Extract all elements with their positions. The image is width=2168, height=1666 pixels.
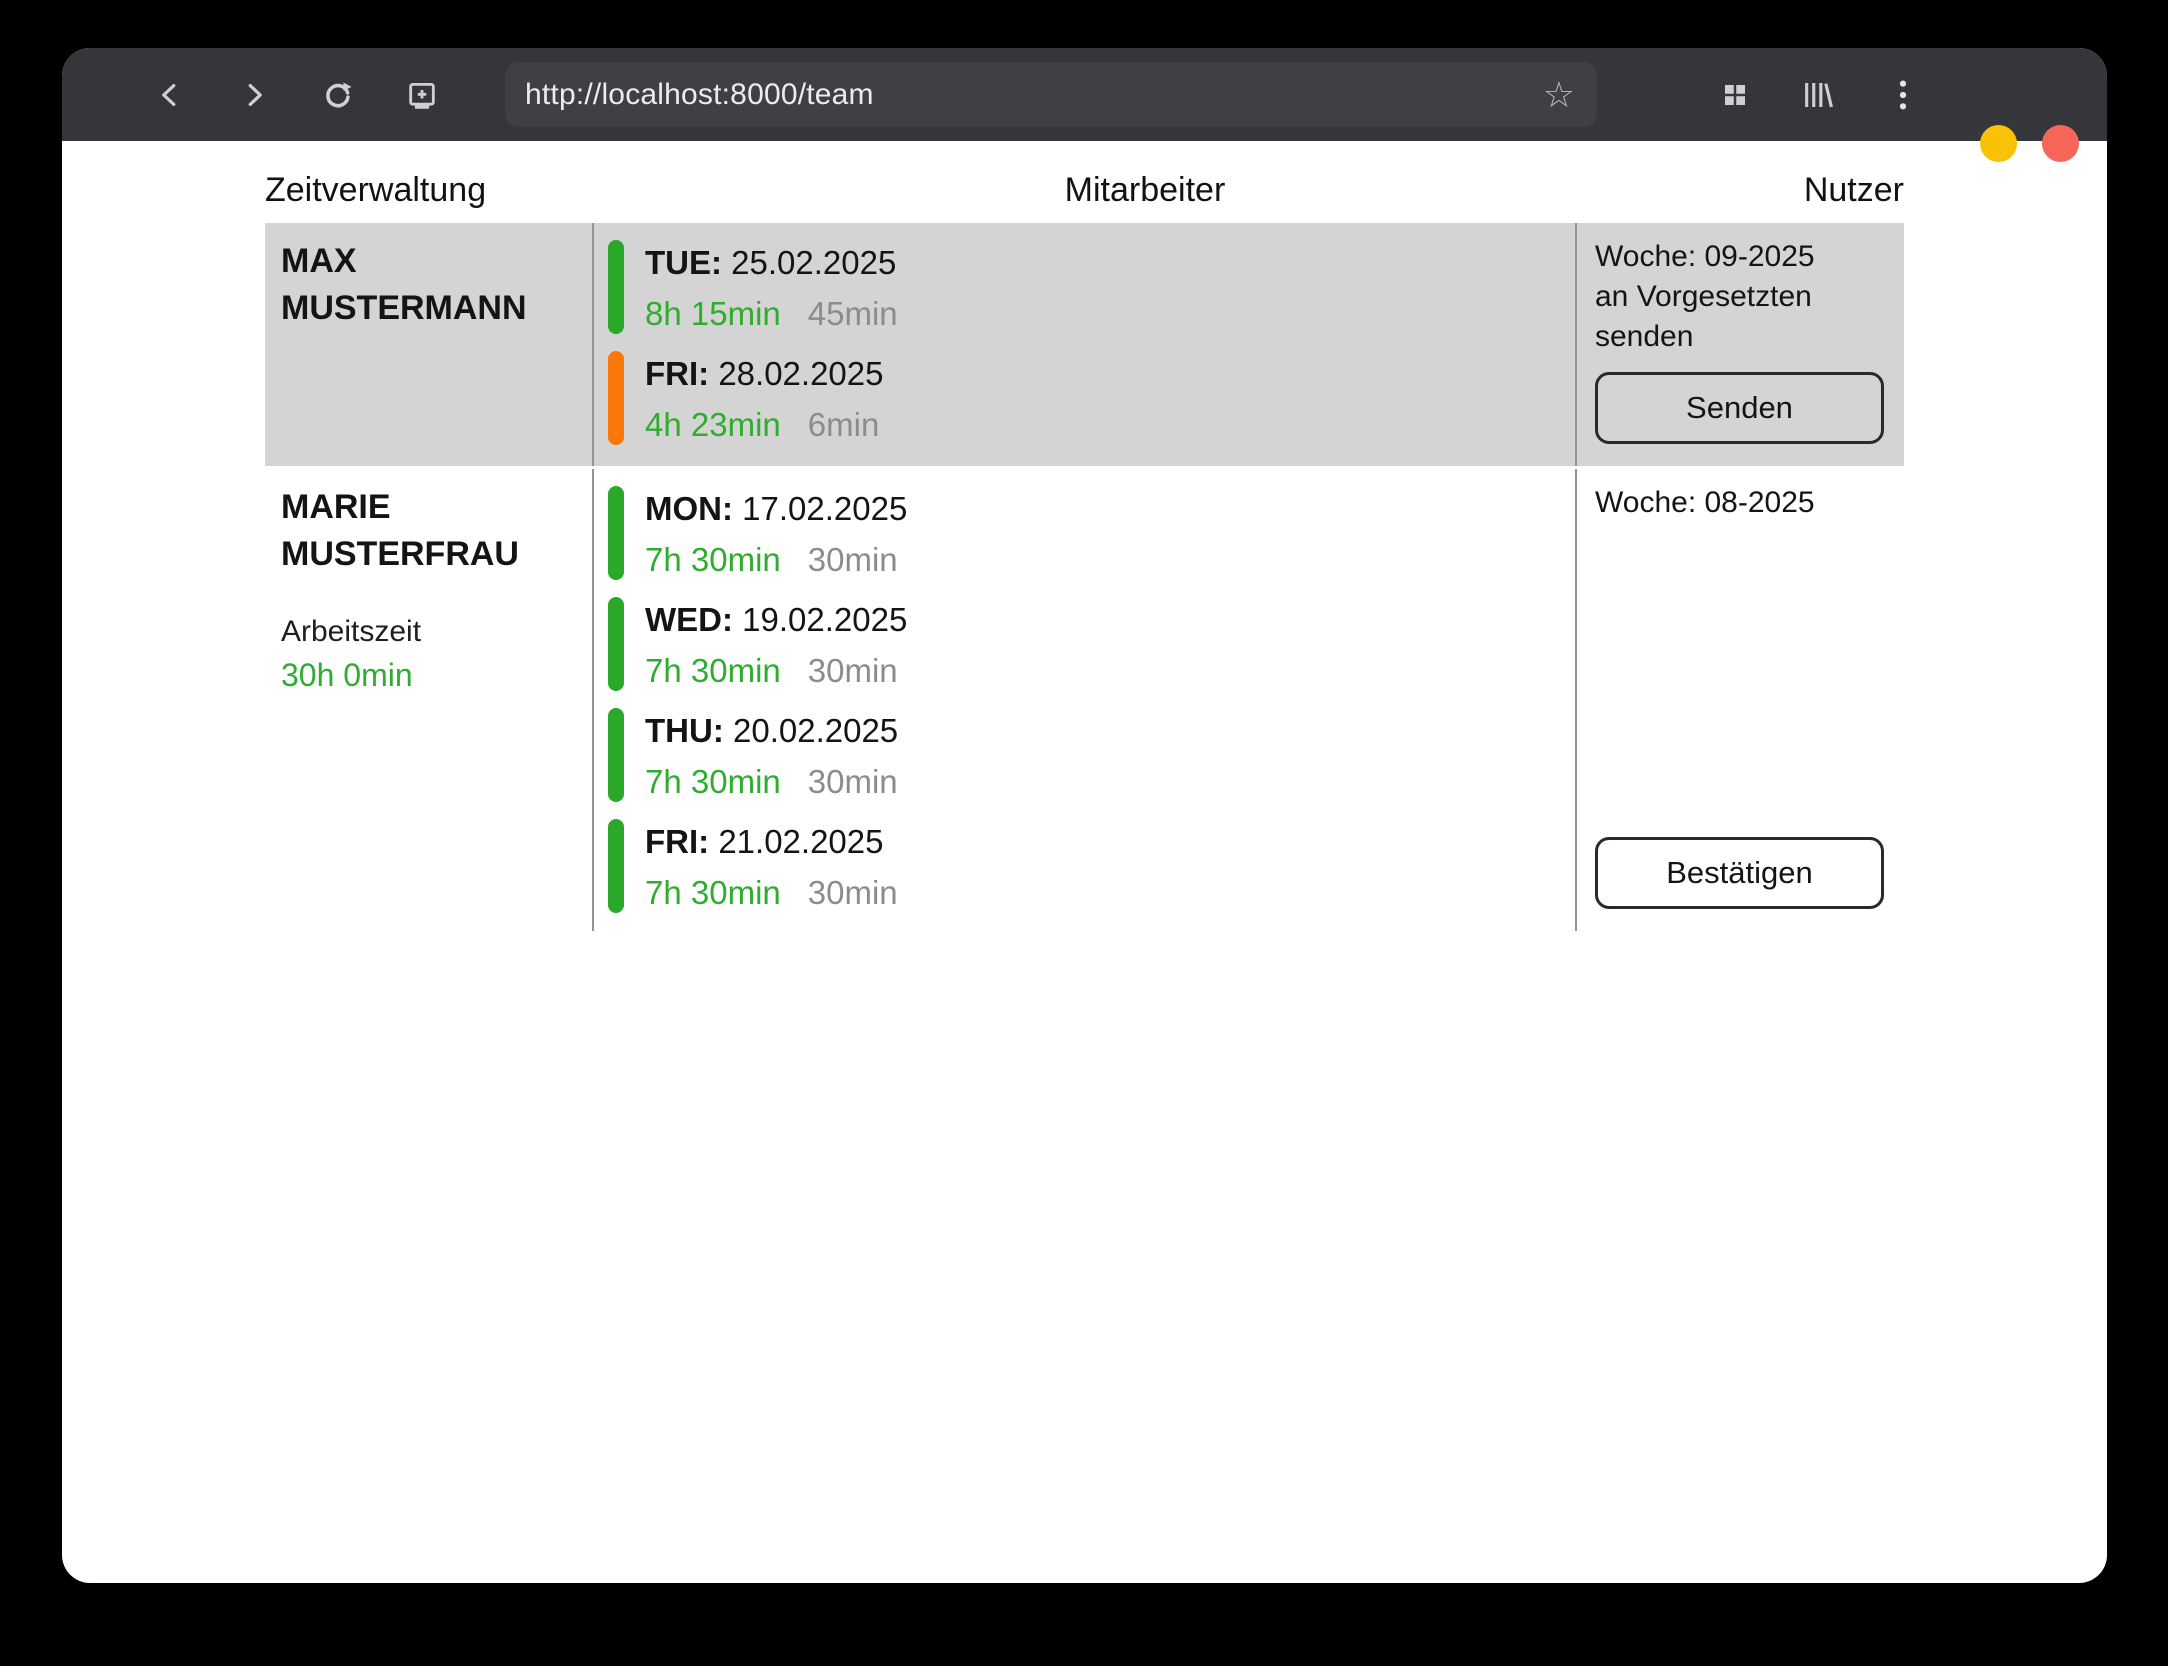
week-label: Woche: 09-2025 xyxy=(1595,237,1884,277)
page-nav: Zeitverwaltung Mitarbeiter Nutzer xyxy=(265,171,1904,210)
employee-name: MARIE MUSTERFRAU xyxy=(281,484,570,578)
url-bar[interactable]: http://localhost:8000/team ☆ xyxy=(505,62,1597,127)
week-note: an Vorgesetzten senden xyxy=(1595,277,1884,357)
week-action-button[interactable]: Bestätigen xyxy=(1595,837,1884,909)
week-action-cell: Woche: 09-2025an Vorgesetzten senden Send… xyxy=(1575,223,1904,466)
week-action-cell: Woche: 08-2025 Bestätigen xyxy=(1575,469,1904,931)
entry-text: FRI: 28.02.2025 4h 23min 6min xyxy=(645,351,884,445)
close-window-button[interactable] xyxy=(2042,125,2079,162)
entry-day: FRI: xyxy=(645,355,709,392)
entry-day: THU: xyxy=(645,712,724,749)
entry-date: 25.02.2025 xyxy=(731,244,896,281)
entry-break-time: 30min xyxy=(808,541,898,578)
worktime-value: 30h 0min xyxy=(281,657,570,694)
browser-toolbar: http://localhost:8000/team ☆ xyxy=(62,48,2107,141)
entry-worked-time: 7h 30min xyxy=(645,763,781,800)
time-entry: TUE: 25.02.2025 8h 15min 45min xyxy=(608,240,1575,334)
entry-date: 19.02.2025 xyxy=(742,601,907,638)
time-entry: FRI: 21.02.2025 7h 30min 30min xyxy=(608,819,1575,913)
nav-item-zeitverwaltung[interactable]: Zeitverwaltung xyxy=(265,171,486,210)
nav-item-nutzer[interactable]: Nutzer xyxy=(1804,171,1904,210)
entry-text: THU: 20.02.2025 7h 30min 30min xyxy=(645,708,898,802)
entry-status-bar-green xyxy=(608,708,624,802)
time-entries-cell: TUE: 25.02.2025 8h 15min 45min FRI: 28.02.2… xyxy=(592,223,1575,466)
bookmark-star-icon[interactable]: ☆ xyxy=(1543,77,1575,113)
extensions-grid-icon[interactable] xyxy=(1705,48,1765,141)
entry-date: 20.02.2025 xyxy=(733,712,898,749)
employee-row: MAX MUSTERMANN TUE: 25.02.2025 8h 15min 45m… xyxy=(265,223,1904,466)
entry-day: TUE: xyxy=(645,244,722,281)
nav-item-mitarbeiter[interactable]: Mitarbeiter xyxy=(1065,171,1226,210)
entry-date: 17.02.2025 xyxy=(742,490,907,527)
time-entry: MON: 17.02.2025 7h 30min 30min xyxy=(608,486,1575,580)
new-window-icon[interactable] xyxy=(392,48,452,141)
entry-worked-time: 7h 30min xyxy=(645,541,781,578)
minimize-window-button[interactable] xyxy=(1980,125,2017,162)
library-icon[interactable] xyxy=(1788,48,1848,141)
entry-day: MON: xyxy=(645,490,733,527)
employee-name-cell: MARIE MUSTERFRAU Arbeitszeit 30h 0min xyxy=(265,469,592,931)
entry-break-time: 30min xyxy=(808,763,898,800)
week-action-button[interactable]: Senden xyxy=(1595,372,1884,444)
entry-worked-time: 7h 30min xyxy=(645,652,781,689)
entry-text: FRI: 21.02.2025 7h 30min 30min xyxy=(645,819,898,913)
page-content: Zeitverwaltung Mitarbeiter Nutzer MAX MU… xyxy=(62,171,2107,931)
back-icon[interactable] xyxy=(140,48,200,141)
entry-day: WED: xyxy=(645,601,733,638)
employee-name-cell: MAX MUSTERMANN xyxy=(265,223,592,466)
time-entries-cell: MON: 17.02.20257h 30min30minWED: 19.02.2… xyxy=(592,469,1575,931)
entry-worked-time: 8h 15min xyxy=(645,295,781,332)
entry-status-bar-green xyxy=(608,240,624,334)
forward-icon[interactable] xyxy=(224,48,284,141)
entry-text: WED: 19.02.2025 7h 30min 30min xyxy=(645,597,907,691)
time-entry: FRI: 28.02.2025 4h 23min 6min xyxy=(608,351,1575,445)
entry-status-bar-green xyxy=(608,597,624,691)
entry-day: FRI: xyxy=(645,823,709,860)
employee-table: MAX MUSTERMANN TUE: 25.02.2025 8h 15min 45m… xyxy=(265,223,1904,931)
employee-row: MARIE MUSTERFRAU Arbeitszeit 30h 0min MON: … xyxy=(265,469,1904,931)
entry-date: 28.02.2025 xyxy=(718,355,883,392)
entry-break-time: 30min xyxy=(808,652,898,689)
entry-break-time: 30min xyxy=(808,874,898,911)
time-entry: WED: 19.02.2025 7h 30min 30min xyxy=(608,597,1575,691)
browser-window: http://localhost:8000/team ☆ xyxy=(62,48,2107,1583)
entry-text: MON: 17.02.2025 7h 30min 30min xyxy=(645,486,907,580)
entry-break-time: 6min xyxy=(808,406,880,443)
entry-text: TUE: 25.02.2025 8h 15min 45min xyxy=(645,240,898,334)
entry-status-bar-green xyxy=(608,486,624,580)
time-entry: THU: 20.02.2025 7h 30min 30min xyxy=(608,708,1575,802)
reload-icon[interactable] xyxy=(308,48,368,141)
url-text[interactable]: http://localhost:8000/team xyxy=(525,78,1543,112)
entry-date: 21.02.2025 xyxy=(718,823,883,860)
week-label: Woche: 08-2025 xyxy=(1595,483,1884,523)
entry-break-time: 45min xyxy=(808,295,898,332)
employee-name: MAX MUSTERMANN xyxy=(281,238,570,332)
entry-status-bar-green xyxy=(608,819,624,913)
worktime-label: Arbeitszeit xyxy=(281,615,570,649)
entry-status-bar-orange xyxy=(608,351,624,445)
entry-worked-time: 4h 23min xyxy=(645,406,781,443)
entry-worked-time: 7h 30min xyxy=(645,874,781,911)
menu-kebab-icon[interactable] xyxy=(1873,48,1933,141)
